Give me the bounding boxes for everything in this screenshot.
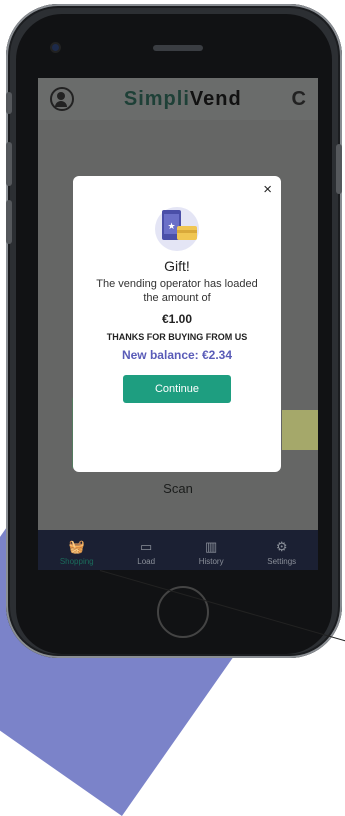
tab-label: Shopping — [59, 557, 94, 566]
front-camera — [52, 44, 59, 51]
profile-icon[interactable] — [50, 87, 74, 111]
power-button — [336, 144, 342, 194]
card-icon: ▭ — [140, 539, 153, 554]
refresh-icon[interactable]: C — [292, 88, 306, 111]
gear-icon: ⚙ — [275, 539, 288, 554]
gift-dialog: × ★ Gift! The vending operator has loade… — [73, 176, 281, 472]
continue-button[interactable]: Continue — [123, 375, 231, 403]
volume-down-button — [6, 200, 12, 244]
thanks-text: THANKS FOR BUYING FROM US — [106, 332, 248, 342]
brand-part-right: Vend — [189, 87, 242, 110]
svg-text:★: ★ — [167, 222, 175, 232]
tab-label: History — [198, 557, 224, 566]
close-icon[interactable]: × — [263, 181, 272, 198]
tab-history[interactable]: ▥ History — [198, 539, 224, 567]
background-card — [282, 410, 318, 450]
scan-label[interactable]: Scan — [38, 481, 318, 496]
volume-up-button — [6, 142, 12, 186]
tab-label: Load — [137, 557, 156, 566]
dialog-message: The vending operator has loaded the amou… — [96, 278, 258, 304]
gift-amount: €1.00 — [161, 312, 193, 326]
tab-label: Settings — [267, 557, 297, 566]
bottom-navigation: 🧺 Shopping ▭ Load ▥ History ⚙ Settings — [38, 530, 318, 570]
mute-switch — [6, 92, 12, 114]
gift-card-icon: ★ — [155, 207, 199, 251]
basket-icon: 🧺 — [68, 539, 85, 554]
app-header: SimpliVend C — [38, 78, 318, 120]
dialog-title: Gift! — [164, 258, 190, 274]
earpiece-speaker — [153, 45, 203, 51]
tab-settings[interactable]: ⚙ Settings — [267, 539, 297, 567]
app-title: SimpliVend — [124, 88, 242, 111]
brand-part-left: Simpli — [123, 87, 190, 110]
tab-load[interactable]: ▭ Load — [137, 539, 156, 567]
tab-shopping[interactable]: 🧺 Shopping — [59, 539, 94, 567]
chart-icon: ▥ — [205, 539, 218, 554]
new-balance: New balance: €2.34 — [121, 348, 233, 362]
